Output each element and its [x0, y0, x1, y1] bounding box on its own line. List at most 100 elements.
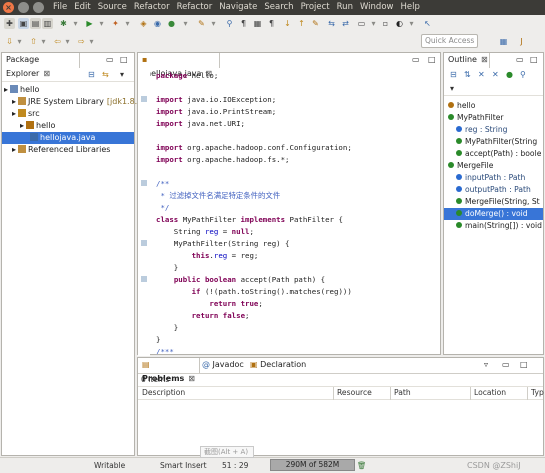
maximize-icon[interactable]: □: [530, 55, 538, 64]
column-resource[interactable]: Resource: [334, 387, 391, 400]
save-icon[interactable]: ▣: [18, 18, 29, 29]
code-area[interactable]: package hello; import java.io.IOException…: [138, 70, 440, 354]
tab-hellojava[interactable]: ▪ *hellojava.java ⊠: [138, 53, 220, 78]
open-type-icon[interactable]: ✎: [196, 18, 207, 29]
new-package-icon[interactable]: ◉: [152, 18, 163, 29]
search-icon[interactable]: ⚲: [224, 18, 235, 29]
tree-item[interactable]: hellojava.java: [2, 132, 134, 144]
outline-item[interactable]: MyPathFilter(String: [444, 136, 543, 148]
menu-item-refactor[interactable]: Refactor: [177, 2, 213, 12]
menu-item-run[interactable]: Run: [337, 2, 353, 12]
annotation-next-icon[interactable]: ↓: [282, 18, 293, 29]
dropdown-icon[interactable]: ▾: [38, 36, 49, 47]
maximize-icon[interactable]: □: [428, 55, 436, 64]
window-minimize-button[interactable]: [18, 2, 29, 13]
tab-declaration[interactable]: ▣ Declaration: [250, 360, 306, 369]
outline-item[interactable]: MergeFile(String, St: [444, 196, 543, 208]
view-menu-icon[interactable]: ▿: [484, 360, 488, 369]
new-class-icon[interactable]: ●: [166, 18, 177, 29]
menu-item-help[interactable]: Help: [400, 2, 419, 12]
dropdown-icon[interactable]: ▾: [14, 36, 25, 47]
show-whitespace-icon[interactable]: ¶: [266, 18, 277, 29]
terminal-icon[interactable]: ▭: [356, 18, 367, 29]
outline-item[interactable]: MergeFile: [444, 160, 543, 172]
minimize-icon[interactable]: ▭: [516, 55, 524, 64]
dropdown-icon[interactable]: ▾: [70, 18, 81, 29]
expand-icon[interactable]: ▸: [12, 109, 16, 118]
debug-icon[interactable]: ✱: [58, 18, 69, 29]
expand-icon[interactable]: ▸: [12, 97, 16, 106]
tree-item[interactable]: ▸ Referenced Libraries: [2, 144, 134, 156]
tree-item[interactable]: ▸ src: [2, 108, 134, 120]
menu-item-source[interactable]: Source: [98, 2, 127, 12]
sort-icon[interactable]: ⇅: [464, 70, 471, 79]
last-edit-icon[interactable]: ✎: [310, 18, 321, 29]
dropdown-icon[interactable]: ▾: [96, 18, 107, 29]
quick-access-input[interactable]: Quick Access: [421, 34, 478, 48]
toggle-block-icon[interactable]: ▦: [252, 18, 263, 29]
annotation-prev-icon[interactable]: ↑: [296, 18, 307, 29]
minimize-icon[interactable]: ▭: [502, 360, 510, 369]
dropdown-icon[interactable]: ▾: [62, 36, 73, 47]
hide-static-icon[interactable]: ✕: [492, 70, 499, 79]
column-type[interactable]: Typ: [528, 387, 544, 400]
link-editor-icon[interactable]: ⇆: [102, 70, 109, 79]
hide-nonpublic-icon[interactable]: ●: [506, 70, 513, 79]
tree-item[interactable]: ▸ hello: [2, 120, 134, 132]
sync-icon[interactable]: ⇆: [326, 18, 337, 29]
menu-item-window[interactable]: Window: [360, 2, 394, 12]
window-maximize-button[interactable]: [33, 2, 44, 13]
maximize-icon[interactable]: □: [120, 55, 128, 64]
gc-icon[interactable]: 🗑: [357, 461, 367, 470]
minimize-icon[interactable]: ▭: [106, 55, 114, 64]
dropdown-icon[interactable]: ▾: [368, 18, 379, 29]
column-description[interactable]: Description: [139, 387, 334, 400]
print-icon[interactable]: ▥: [42, 18, 53, 29]
outline-item[interactable]: outputPath : Path: [444, 184, 543, 196]
new-java-project-icon[interactable]: ◈: [138, 18, 149, 29]
tab-javadoc[interactable]: @ Javadoc: [202, 360, 244, 369]
outline-item[interactable]: MyPathFilter: [444, 112, 543, 124]
maximize-icon[interactable]: □: [520, 360, 528, 369]
menu-item-search[interactable]: Search: [264, 2, 293, 12]
menu-item-navigate[interactable]: Navigate: [219, 2, 257, 12]
close-icon[interactable]: ⊠: [481, 55, 488, 64]
menu-item-edit[interactable]: Edit: [74, 2, 90, 12]
minimize-icon[interactable]: ▭: [412, 55, 420, 64]
tree-item[interactable]: ▸ hello: [2, 84, 134, 96]
view-menu-icon[interactable]: ▾: [450, 84, 454, 93]
menu-item-project[interactable]: Project: [301, 2, 330, 12]
cursor-icon[interactable]: ↖: [422, 18, 433, 29]
menu-item-file[interactable]: File: [53, 2, 67, 12]
expand-icon[interactable]: ▸: [12, 145, 16, 154]
hide-fields-icon[interactable]: ✕: [478, 70, 485, 79]
heap-status[interactable]: 290M of 582M: [270, 459, 355, 471]
tab-problems[interactable]: ▤ Problems ⊠: [138, 358, 200, 383]
dropdown-icon[interactable]: ▾: [180, 18, 191, 29]
collapse-all-icon[interactable]: ⊟: [450, 70, 457, 79]
outline-item[interactable]: inputPath : Path: [444, 172, 543, 184]
outline-item[interactable]: main(String[]) : void: [444, 220, 543, 232]
tab-package-explorer[interactable]: Package Explorer ⊠: [2, 53, 80, 78]
open-perspective-icon[interactable]: ▦: [498, 36, 509, 47]
new-icon[interactable]: ✚: [4, 18, 15, 29]
dropdown-icon[interactable]: ▾: [86, 36, 97, 47]
java-perspective-icon[interactable]: J: [516, 36, 527, 47]
expand-icon[interactable]: ▸: [20, 121, 24, 130]
outline-item[interactable]: hello: [444, 100, 543, 112]
run-icon[interactable]: ▶: [84, 18, 95, 29]
coverage-icon[interactable]: ◐: [394, 18, 405, 29]
hide-local-types-icon[interactable]: ⚲: [520, 70, 526, 79]
task-icon[interactable]: ▫: [380, 18, 391, 29]
collapse-all-icon[interactable]: ⊟: [88, 70, 95, 79]
outline-item[interactable]: doMerge() : void: [444, 208, 543, 220]
external-tools-icon[interactable]: ✦: [110, 18, 121, 29]
toggle-mark-icon[interactable]: ¶: [238, 18, 249, 29]
column-path[interactable]: Path: [391, 387, 471, 400]
dropdown-icon[interactable]: ▾: [406, 18, 417, 29]
dropdown-icon[interactable]: ▾: [208, 18, 219, 29]
outline-item[interactable]: accept(Path) : boole: [444, 148, 543, 160]
tab-outline[interactable]: Outline ⊠: [444, 53, 490, 68]
expand-icon[interactable]: ▸: [4, 85, 8, 94]
tree-item[interactable]: ▸ JRE System Library [jdk1.8.0_: [2, 96, 146, 108]
